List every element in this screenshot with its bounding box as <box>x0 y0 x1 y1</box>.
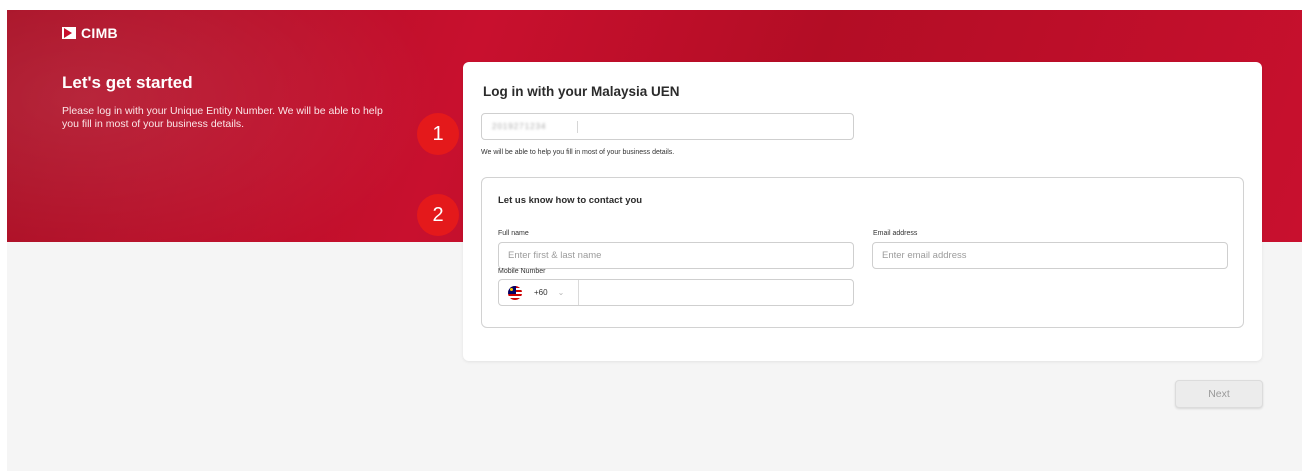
full-name-label: Full name <box>498 230 529 237</box>
brand-name: CIMB <box>81 25 118 41</box>
dial-code: +60 <box>534 288 548 297</box>
mobile-number-label: Mobile Number <box>498 268 546 275</box>
cimb-arrow-logo-icon <box>62 27 76 39</box>
mobile-number-field: +60 ⌄ <box>498 279 854 306</box>
login-card-title: Log in with your Malaysia UEN <box>483 84 680 99</box>
page-subtitle: Please log in with your Unique Entity Nu… <box>62 105 383 130</box>
email-label: Email address <box>873 230 918 237</box>
contact-section-title: Let us know how to contact you <box>498 195 643 206</box>
text-cursor <box>576 120 578 133</box>
step-1-badge: 1 <box>417 113 459 155</box>
page-title: Let's get started <box>62 73 193 92</box>
full-name-input[interactable] <box>498 242 854 269</box>
contact-section: Let us know how to contact you Full name… <box>481 177 1244 328</box>
step-2-badge: 2 <box>417 194 459 236</box>
uen-helper-text: We will be able to help you fill in most… <box>481 149 675 156</box>
malaysia-flag-icon <box>508 285 522 300</box>
country-code-select[interactable]: +60 ⌄ <box>499 280 579 305</box>
uen-input[interactable]: 2019271234 <box>481 113 854 140</box>
cimb-logo[interactable]: CIMB <box>62 25 118 41</box>
uen-value-blurred: 2019271234 <box>492 122 547 131</box>
chevron-down-icon: ⌄ <box>557 288 565 297</box>
mobile-number-input[interactable] <box>579 280 853 305</box>
next-button[interactable]: Next <box>1175 380 1263 408</box>
login-card: Log in with your Malaysia UEN 2019271234… <box>463 62 1262 361</box>
email-input[interactable] <box>872 242 1228 269</box>
